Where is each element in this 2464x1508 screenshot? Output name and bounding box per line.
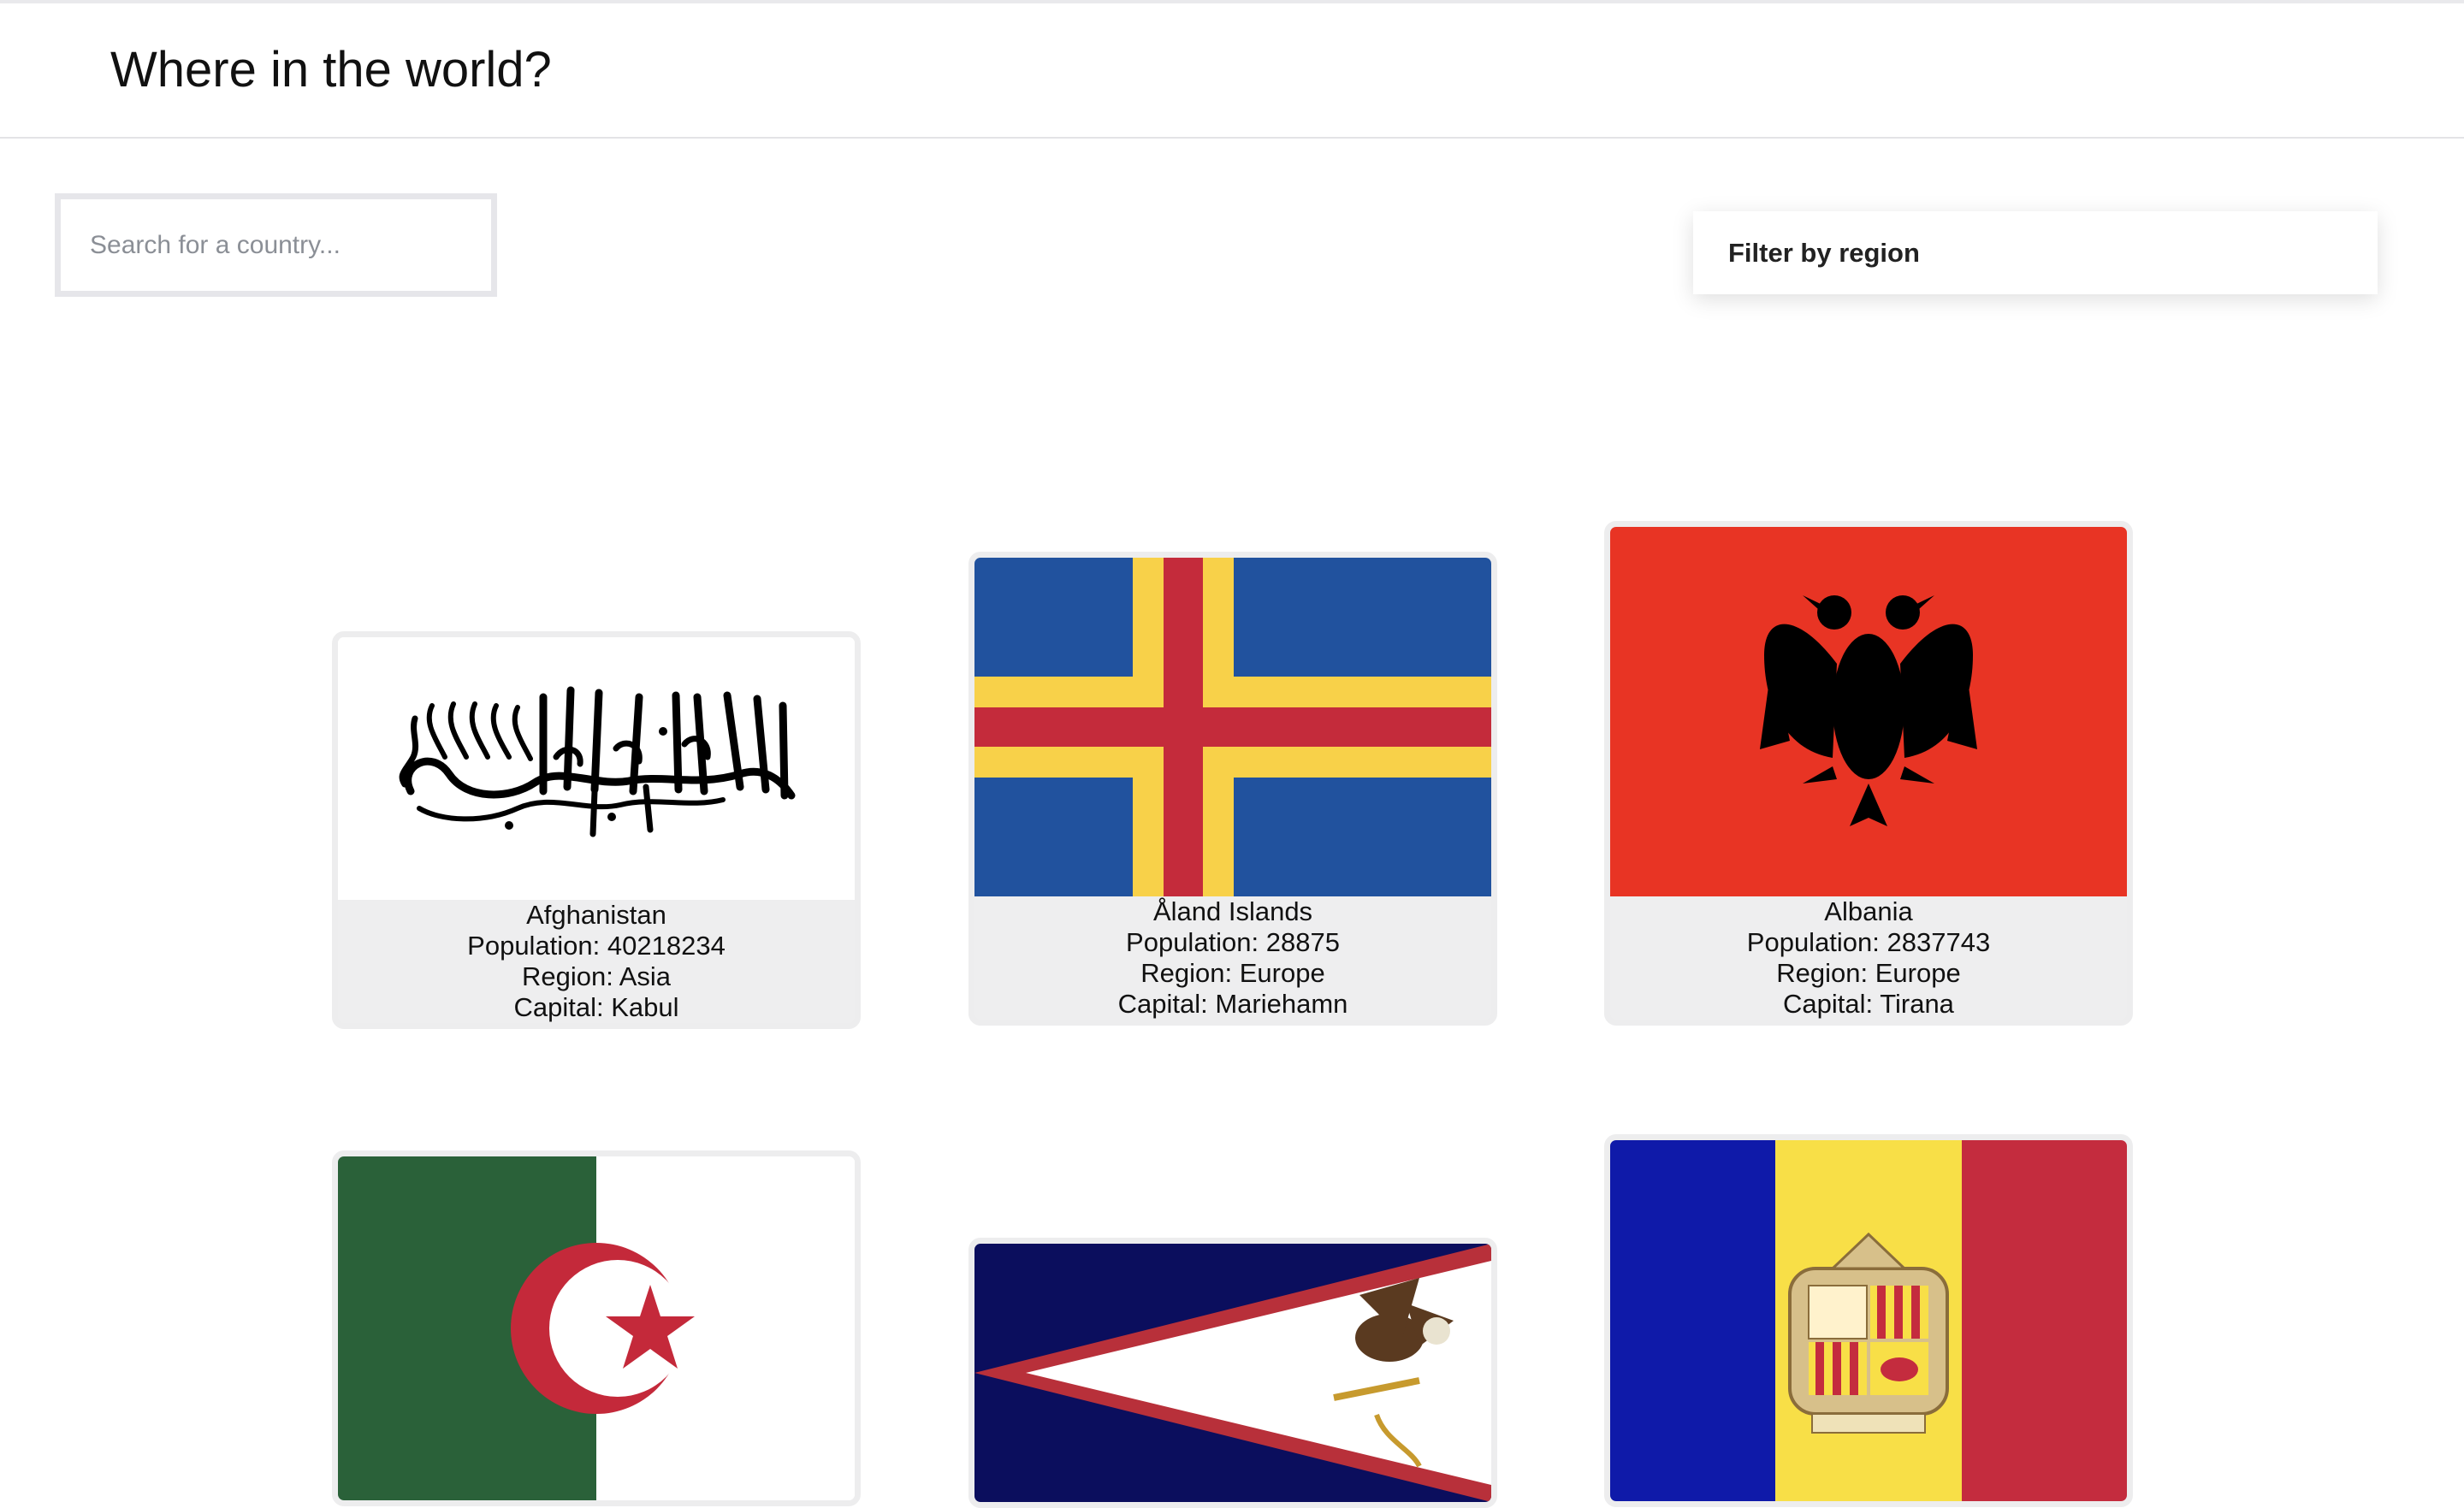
american-samoa-flag-icon bbox=[974, 1244, 1491, 1502]
country-population: Population: 28875 bbox=[1126, 927, 1340, 957]
country-population: Population: 2837743 bbox=[1746, 927, 1991, 957]
country-info: Albania Population: 2837743 Region: Euro… bbox=[1610, 896, 2127, 1020]
afghanistan-flag-icon bbox=[338, 637, 855, 900]
andorra-flag-icon bbox=[1610, 1140, 2127, 1501]
app-header: Where in the world? bbox=[0, 3, 2464, 139]
country-region: Region: Asia bbox=[521, 961, 672, 991]
country-info: Åland Islands Population: 28875 Region: … bbox=[974, 896, 1491, 1020]
search-input[interactable] bbox=[61, 199, 491, 291]
country-name: Afghanistan bbox=[526, 900, 666, 930]
country-region: Region: Europe bbox=[1140, 958, 1325, 988]
albania-flag-icon bbox=[1610, 527, 2127, 896]
country-card-algeria[interactable] bbox=[332, 1150, 861, 1506]
country-capital: Capital: Tirana bbox=[1783, 989, 1954, 1019]
aland-islands-flag-icon bbox=[974, 558, 1491, 896]
country-card-afghanistan[interactable]: Afghanistan Population: 40218234 Region:… bbox=[332, 631, 861, 1029]
region-filter-dropdown[interactable]: Filter by region bbox=[1693, 211, 2378, 294]
country-card-albania[interactable]: Albania Population: 2837743 Region: Euro… bbox=[1604, 521, 2133, 1026]
country-name: Åland Islands bbox=[1152, 896, 1313, 926]
page-title: Where in the world? bbox=[110, 42, 552, 98]
search-box[interactable] bbox=[55, 193, 497, 297]
country-card-american-samoa[interactable] bbox=[968, 1238, 1497, 1508]
country-card-aland-islands[interactable]: Åland Islands Population: 28875 Region: … bbox=[968, 552, 1497, 1026]
country-name: Albania bbox=[1824, 896, 1913, 926]
country-population: Population: 40218234 bbox=[467, 931, 726, 961]
country-region: Region: Europe bbox=[1776, 958, 1961, 988]
country-info: Afghanistan Population: 40218234 Region:… bbox=[338, 900, 855, 1023]
country-capital: Capital: Mariehamn bbox=[1117, 989, 1348, 1019]
country-capital: Capital: Kabul bbox=[513, 992, 679, 1022]
region-filter-label: Filter by region bbox=[1728, 237, 1920, 268]
algeria-flag-icon bbox=[338, 1156, 855, 1500]
